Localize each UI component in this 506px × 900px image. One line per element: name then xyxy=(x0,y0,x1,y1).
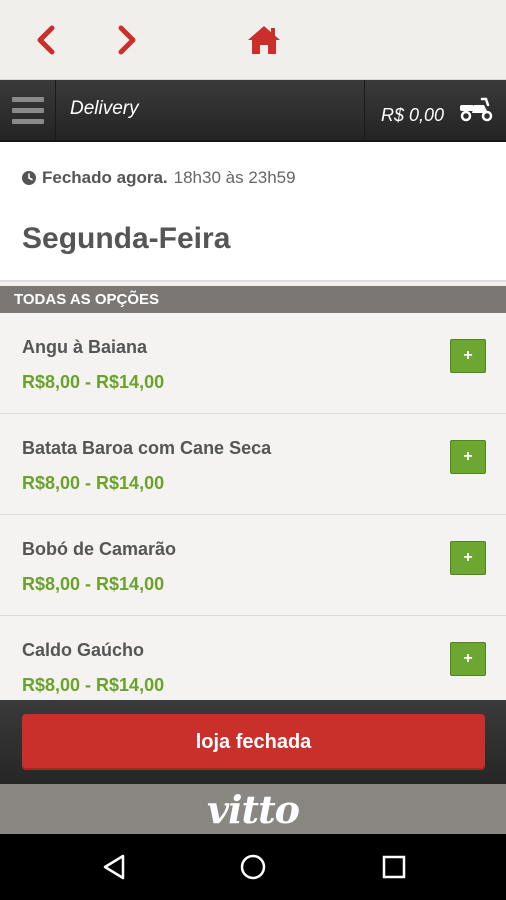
cart-amount: R$ 0,00 xyxy=(381,105,445,125)
list-item[interactable]: Angu à Baiana R$8,00 - R$14,00 + xyxy=(0,313,506,414)
system-nav-bar xyxy=(0,834,506,900)
bottom-action-bar: loja fechada xyxy=(0,700,506,784)
store-hours: 18h30 às 23h59 xyxy=(173,168,296,187)
back-button[interactable] xyxy=(24,18,68,62)
header-title: Delivery xyxy=(70,98,139,119)
circle-home-icon xyxy=(240,854,266,880)
item-price: R$8,00 - R$14,00 xyxy=(22,372,165,392)
add-item-button[interactable]: + xyxy=(450,541,486,575)
app-header: Delivery R$ 0,00 xyxy=(0,80,506,142)
day-title: Segunda-Feira xyxy=(22,222,231,255)
hamburger-icon xyxy=(11,96,44,102)
brand-footer: vitto xyxy=(0,784,506,834)
home-icon xyxy=(248,26,280,54)
product-list: Angu à Baiana R$8,00 - R$14,00 + Batata … xyxy=(0,313,506,701)
menu-button[interactable] xyxy=(0,80,56,140)
item-price: R$8,00 - R$14,00 xyxy=(22,675,165,695)
forward-button[interactable] xyxy=(105,18,149,62)
scooter-icon xyxy=(460,97,493,122)
item-name: Angu à Baiana xyxy=(22,337,148,357)
section-header: TODAS AS OPÇÕES xyxy=(0,286,506,313)
add-item-button[interactable]: + xyxy=(450,642,486,676)
store-status-card: Fechado agora. 18h30 às 23h59 Segunda-Fe… xyxy=(0,142,506,282)
hamburger-line xyxy=(11,118,44,124)
system-recents-button[interactable] xyxy=(376,850,412,884)
clock-icon xyxy=(22,171,36,185)
add-item-button[interactable]: + xyxy=(450,440,486,474)
list-item[interactable]: Caldo Gaúcho R$8,00 - R$14,00 + xyxy=(0,616,506,701)
list-item[interactable]: Bobó de Camarão R$8,00 - R$14,00 + xyxy=(0,515,506,616)
browser-nav-bar xyxy=(0,0,506,80)
brand-logo: vitto xyxy=(207,786,300,832)
system-back-button[interactable] xyxy=(96,850,132,884)
store-closed-button[interactable]: loja fechada xyxy=(22,714,485,770)
home-button[interactable] xyxy=(242,18,286,62)
add-item-button[interactable]: + xyxy=(450,339,486,373)
chevron-left-icon xyxy=(37,25,55,55)
system-home-button[interactable] xyxy=(235,850,271,884)
hamburger-line xyxy=(11,107,44,113)
triangle-back-icon xyxy=(103,854,125,880)
square-recents-icon xyxy=(382,855,406,879)
item-price: R$8,00 - R$14,00 xyxy=(22,473,165,493)
item-name: Bobó de Camarão xyxy=(22,539,177,559)
cart-button[interactable]: R$ 0,00 xyxy=(364,80,506,140)
list-item[interactable]: Batata Baroa com Cane Seca R$8,00 - R$14… xyxy=(0,414,506,515)
item-name: Caldo Gaúcho xyxy=(22,640,145,660)
store-status: Fechado agora. xyxy=(42,168,168,187)
store-hours-line: Fechado agora. 18h30 às 23h59 xyxy=(22,168,296,188)
item-name: Batata Baroa com Cane Seca xyxy=(22,438,272,458)
item-price: R$8,00 - R$14,00 xyxy=(22,574,165,594)
chevron-right-icon xyxy=(118,25,136,55)
